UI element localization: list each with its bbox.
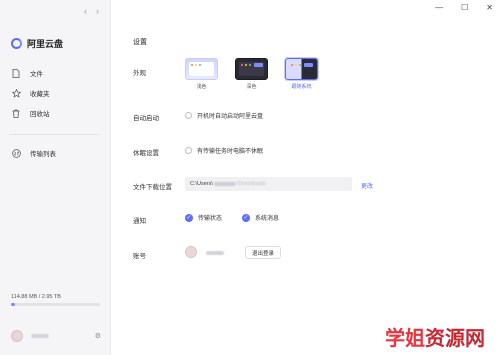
download-path-suffix: \Downloads: [236, 181, 266, 187]
sidebar-item-label: 回收站: [30, 111, 50, 118]
theme-light-preview[interactable]: [185, 58, 218, 80]
star-icon: [11, 88, 21, 98]
theme-system-preview[interactable]: [285, 58, 318, 80]
sleep-label: 休眠设置: [133, 150, 159, 157]
download-path-field[interactable]: C:\Users\ \Downloads: [185, 177, 352, 191]
watermark: 学姐 资源网: [373, 323, 497, 350]
check-icon[interactable]: ✓: [242, 213, 250, 222]
theme-system-option[interactable]: 跟随系统: [285, 58, 318, 90]
sidebar-item-recycle-bin[interactable]: 回收站: [11, 108, 50, 118]
sidebar: ‹ › 阿里云盘 文件 收藏夹 回收站 传输列表 114.88 MB / 2.9…: [0, 0, 111, 355]
download-path-redacted: [213, 182, 236, 186]
theme-options: 浅色 深色 跟随系统: [185, 58, 318, 90]
storage-progress-bar: [11, 303, 100, 306]
sidebar-item-transfer-list[interactable]: 传输列表: [11, 148, 56, 158]
app-logo: 阿里云盘: [11, 37, 63, 50]
notify-transfer-label: 传输状态: [198, 216, 223, 222]
download-path-prefix: C:\Users\: [190, 181, 213, 187]
theme-dark-option[interactable]: 深色: [235, 58, 268, 90]
notify-system-option[interactable]: ✓ 系统消息: [242, 213, 279, 222]
appearance-label: 外观: [133, 70, 146, 77]
aliyun-drive-logo-icon: [11, 38, 22, 49]
logout-button[interactable]: 退出登录: [245, 246, 281, 259]
theme-system-label: 跟随系统: [291, 84, 312, 90]
settings-gear-icon[interactable]: ⚙: [95, 332, 101, 340]
notify-transfer-option[interactable]: ✓ 传输状态: [185, 213, 222, 222]
sidebar-divider: [9, 134, 101, 135]
sidebar-item-files[interactable]: 文件: [11, 68, 43, 78]
autostart-radio[interactable]: [185, 112, 192, 119]
storage-usage-text: 114.88 MB / 2.95 TB: [11, 294, 61, 300]
app-name: 阿里云盘: [27, 39, 64, 49]
sleep-radio[interactable]: [185, 147, 192, 154]
avatar: [185, 246, 197, 258]
sleep-option-label: 有传输任务时电脑不休眠: [197, 149, 264, 155]
sidebar-item-label: 文件: [30, 71, 43, 78]
transfer-icon: [11, 148, 21, 158]
sleep-option[interactable]: 有传输任务时电脑不休眠: [185, 146, 263, 155]
notify-label: 通知: [133, 218, 146, 225]
notify-system-label: 系统消息: [255, 216, 280, 222]
account-name-redacted: [206, 251, 224, 255]
autostart-option[interactable]: 开机时自动启动阿里云盘: [185, 111, 263, 120]
theme-light-label: 浅色: [196, 84, 207, 90]
sidebar-item-label: 收藏夹: [30, 91, 50, 98]
autostart-label: 自动启动: [133, 115, 159, 122]
back-arrow-icon[interactable]: ‹: [84, 6, 87, 16]
sidebar-item-favorites[interactable]: 收藏夹: [11, 88, 50, 98]
file-icon: [11, 68, 21, 78]
storage-progress-fill: [11, 303, 15, 306]
watermark-part2: 资源网: [425, 325, 485, 350]
download-path-label: 文件下载位置: [133, 184, 172, 191]
page-title: 设置: [133, 39, 147, 46]
user-profile[interactable]: ⚙: [11, 330, 101, 342]
sidebar-item-label: 传输列表: [30, 151, 56, 158]
theme-dark-preview[interactable]: [235, 58, 268, 80]
change-path-link[interactable]: 更改: [361, 181, 373, 190]
forward-arrow-icon[interactable]: ›: [96, 6, 99, 16]
theme-dark-label: 深色: [246, 84, 257, 90]
watermark-part1: 学姐: [385, 325, 425, 350]
avatar[interactable]: [11, 330, 23, 342]
nav-arrows: ‹ ›: [84, 6, 99, 16]
account-label: 账号: [133, 253, 146, 260]
check-icon[interactable]: ✓: [185, 213, 193, 222]
username-redacted: [31, 334, 49, 338]
theme-light-option[interactable]: 浅色: [185, 58, 218, 90]
autostart-option-label: 开机时自动启动阿里云盘: [197, 114, 264, 120]
settings-panel: 设置 外观 浅色 深色 跟随系统 自动启动 开机时自动启动阿里云盘 休眠设置 有…: [111, 0, 500, 355]
trash-icon: [11, 108, 21, 118]
